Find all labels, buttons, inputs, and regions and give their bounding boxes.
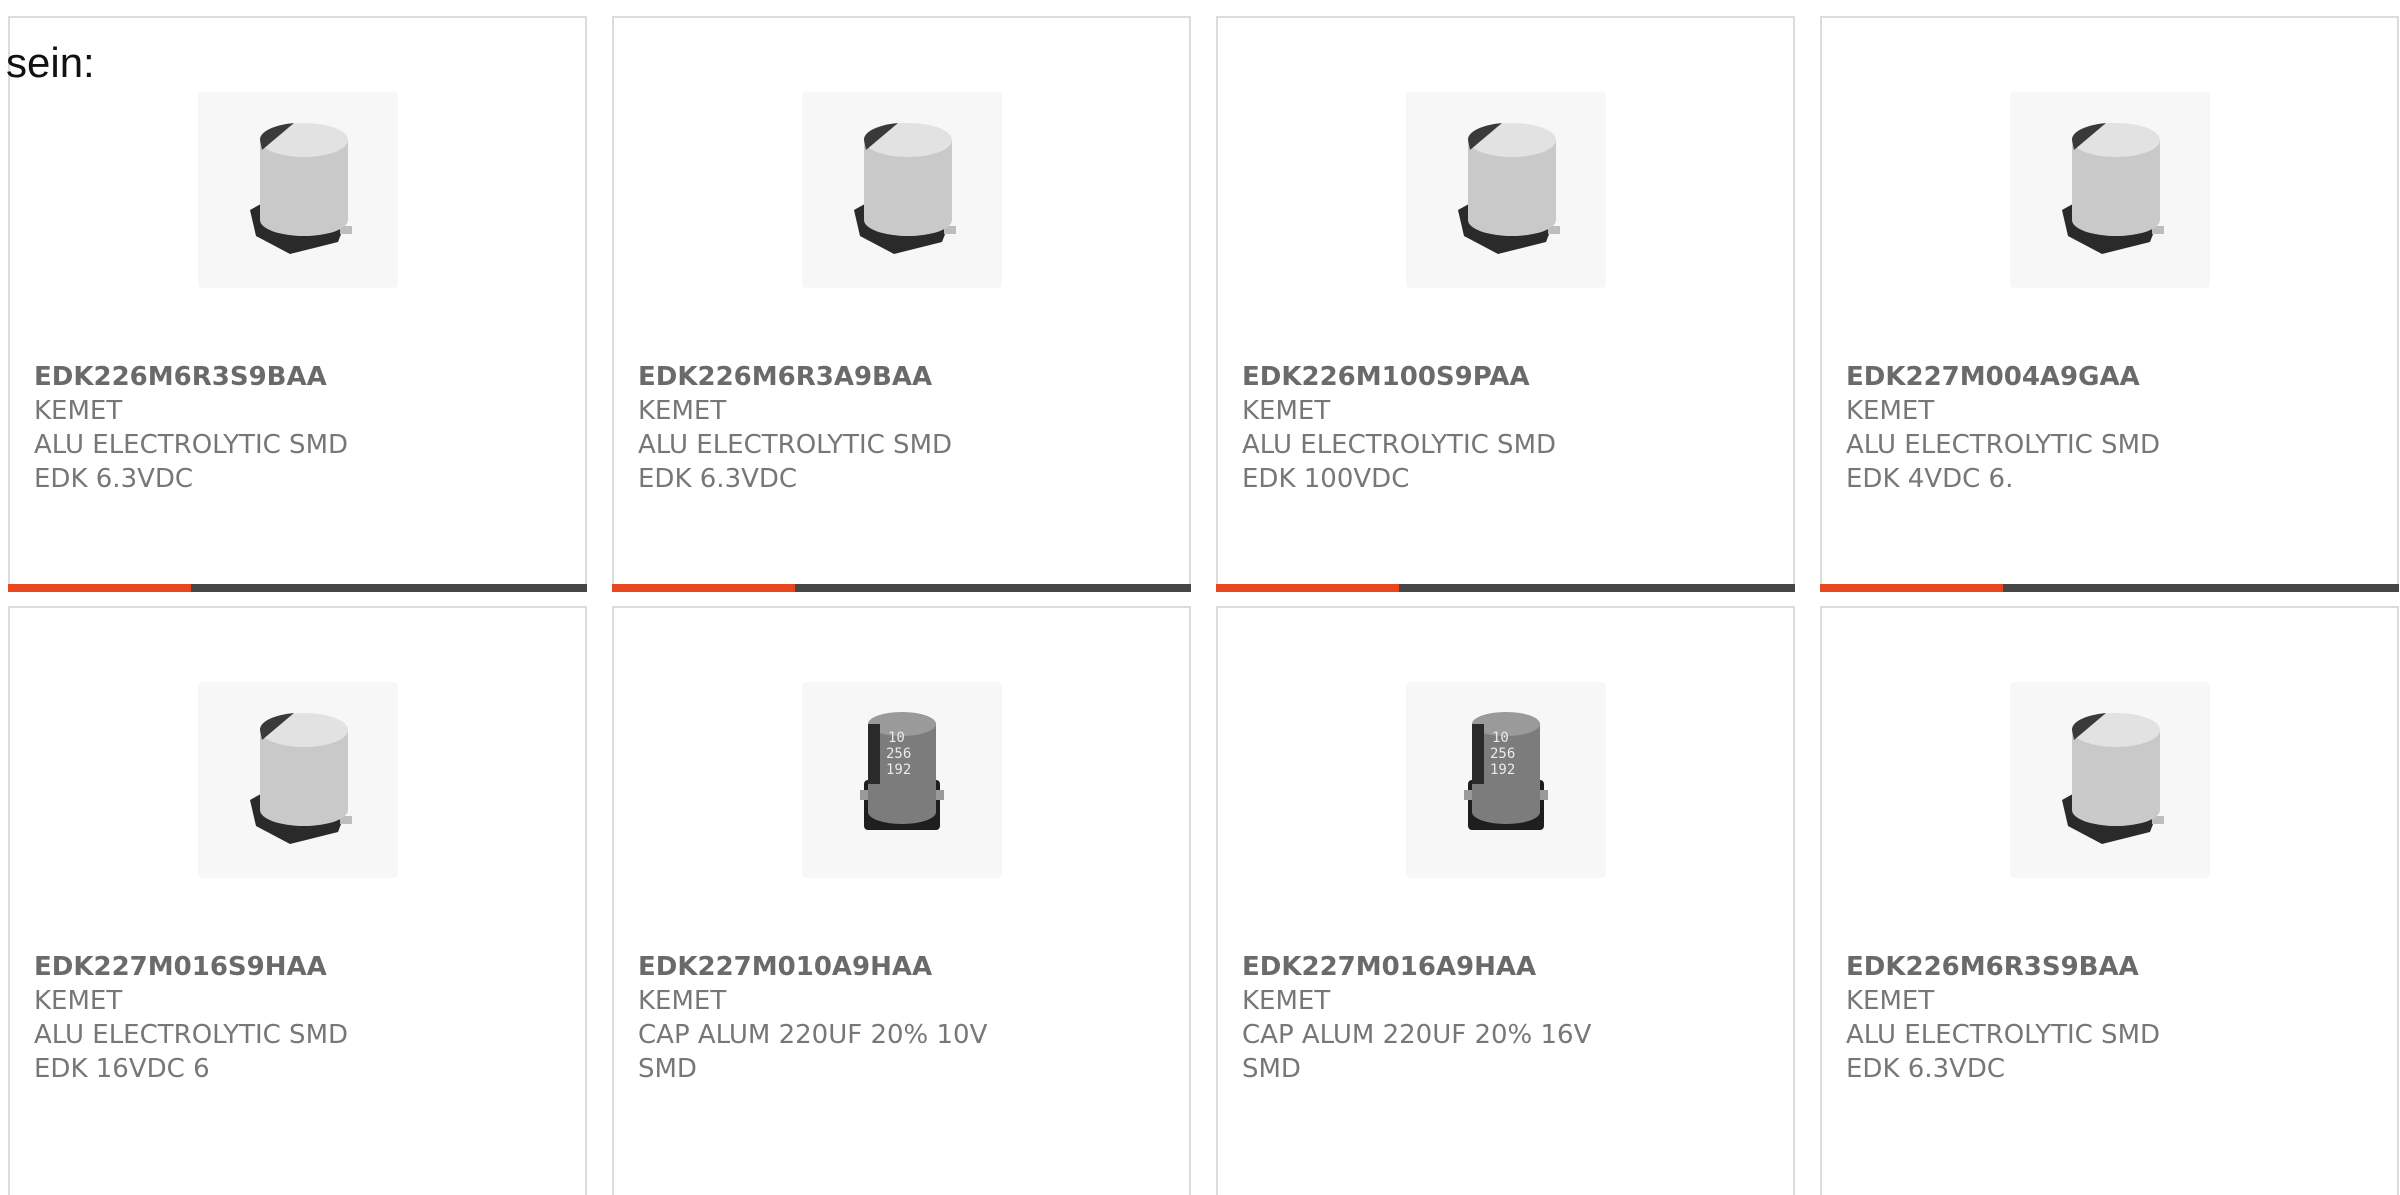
- manufacturer: KEMET: [638, 396, 727, 426]
- capacitor-marked-icon: 10 256 192: [1405, 682, 1606, 878]
- product-card[interactable]: EDK226M6R3S9BAA KEMET ALU ELECTROLYTIC S…: [1820, 606, 2399, 1195]
- part-number[interactable]: EDK227M010A9HAA: [638, 950, 1159, 984]
- part-number[interactable]: EDK226M6R3S9BAA: [1846, 950, 2367, 984]
- capacitor-plain-icon: [2009, 92, 2210, 288]
- manufacturer: KEMET: [34, 396, 123, 426]
- product-description: ALU ELECTROLYTIC SMD EDK 6.3VDC: [638, 430, 953, 494]
- section-heading: sein:: [6, 39, 95, 86]
- manufacturer: KEMET: [1242, 396, 1331, 426]
- product-description: ALU ELECTROLYTIC SMD EDK 6.3VDC: [34, 430, 349, 494]
- product-info: EDK226M6R3S9BAA KEMET ALU ELECTROLYTIC S…: [1846, 950, 2367, 1086]
- product-description: ALU ELECTROLYTIC SMD EDK 4VDC 6.: [1846, 430, 2161, 494]
- product-description: ALU ELECTROLYTIC SMD EDK 6.3VDC: [1846, 1020, 2161, 1084]
- part-number[interactable]: EDK227M016S9HAA: [34, 950, 555, 984]
- manufacturer: KEMET: [1242, 986, 1331, 1016]
- part-number[interactable]: EDK227M004A9GAA: [1846, 360, 2367, 394]
- manufacturer: KEMET: [1846, 986, 1935, 1016]
- manufacturer: KEMET: [1846, 396, 1935, 426]
- product-info: EDK226M6R3S9BAA KEMET ALU ELECTROLYTIC S…: [34, 360, 555, 496]
- product-info: EDK227M016S9HAA KEMET ALU ELECTROLYTIC S…: [34, 950, 555, 1086]
- svg-text:10: 10: [888, 730, 905, 746]
- product-info: EDK226M6R3A9BAA KEMET ALU ELECTROLYTIC S…: [638, 360, 1159, 496]
- product-card[interactable]: EDK226M6R3S9BAA KEMET ALU ELECTROLYTIC S…: [8, 16, 587, 592]
- svg-text:256: 256: [886, 746, 911, 762]
- part-number[interactable]: EDK226M100S9PAA: [1242, 360, 1763, 394]
- product-info: EDK226M100S9PAA KEMET ALU ELECTROLYTIC S…: [1242, 360, 1763, 496]
- product-card[interactable]: EDK226M6R3A9BAA KEMET ALU ELECTROLYTIC S…: [612, 16, 1191, 592]
- product-info: EDK227M010A9HAA KEMET CAP ALUM 220UF 20%…: [638, 950, 1159, 1086]
- card-bottom-bar: [1820, 584, 2399, 592]
- card-bottom-bar: [8, 584, 587, 592]
- product-info: EDK227M004A9GAA KEMET ALU ELECTROLYTIC S…: [1846, 360, 2367, 496]
- card-bar-accent: [1820, 584, 2003, 592]
- product-card[interactable]: EDK227M004A9GAA KEMET ALU ELECTROLYTIC S…: [1820, 16, 2399, 592]
- product-info: EDK227M016A9HAA KEMET CAP ALUM 220UF 20%…: [1242, 950, 1763, 1086]
- svg-text:192: 192: [1490, 762, 1515, 778]
- manufacturer: KEMET: [34, 986, 123, 1016]
- capacitor-marked-icon: 10 256 192: [801, 682, 1002, 878]
- capacitor-plain-icon: [197, 682, 398, 878]
- manufacturer: KEMET: [638, 986, 727, 1016]
- capacitor-plain-icon: [2009, 682, 2210, 878]
- part-number[interactable]: EDK227M016A9HAA: [1242, 950, 1763, 984]
- part-number[interactable]: EDK226M6R3A9BAA: [638, 360, 1159, 394]
- card-bar-accent: [1216, 584, 1399, 592]
- svg-text:192: 192: [886, 762, 911, 778]
- product-description: CAP ALUM 220UF 20% 10V SMD: [638, 1020, 988, 1084]
- product-card[interactable]: EDK227M016S9HAA KEMET ALU ELECTROLYTIC S…: [8, 606, 587, 1195]
- capacitor-plain-icon: [197, 92, 398, 288]
- capacitor-plain-icon: [801, 92, 1002, 288]
- product-card[interactable]: EDK226M100S9PAA KEMET ALU ELECTROLYTIC S…: [1216, 16, 1795, 592]
- capacitor-plain-icon: [1405, 92, 1606, 288]
- svg-text:256: 256: [1490, 746, 1515, 762]
- product-card[interactable]: 10 256 192 EDK227M010A9HAA KEMET CAP ALU…: [612, 606, 1191, 1195]
- product-description: ALU ELECTROLYTIC SMD EDK 100VDC: [1242, 430, 1557, 494]
- product-grid: EDK226M6R3S9BAA KEMET ALU ELECTROLYTIC S…: [8, 16, 2400, 1195]
- card-bar-accent: [612, 584, 795, 592]
- part-number[interactable]: EDK226M6R3S9BAA: [34, 360, 555, 394]
- product-description: CAP ALUM 220UF 20% 16V SMD: [1242, 1020, 1592, 1084]
- svg-text:10: 10: [1492, 730, 1509, 746]
- product-description: ALU ELECTROLYTIC SMD EDK 16VDC 6: [34, 1020, 349, 1084]
- card-bottom-bar: [612, 584, 1191, 592]
- product-card[interactable]: 10 256 192 EDK227M016A9HAA KEMET CAP ALU…: [1216, 606, 1795, 1195]
- card-bottom-bar: [1216, 584, 1795, 592]
- card-bar-accent: [8, 584, 191, 592]
